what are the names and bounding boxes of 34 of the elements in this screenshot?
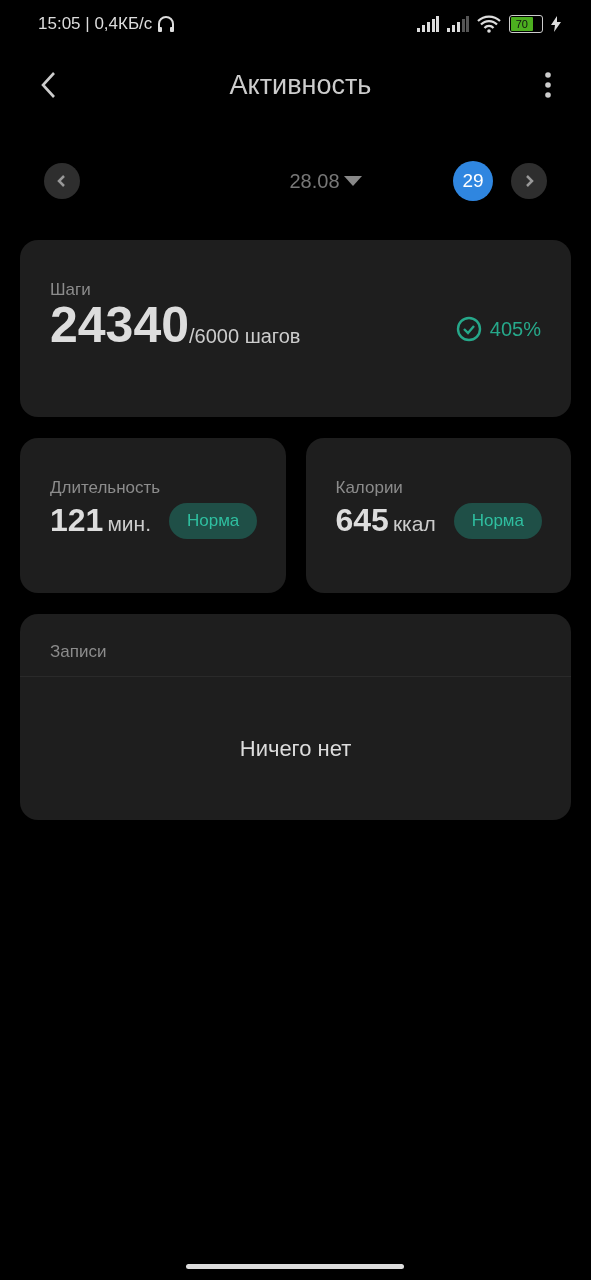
stat-unit: мин. bbox=[107, 511, 151, 536]
screen-title: Активность bbox=[229, 69, 372, 101]
stat-card[interactable]: Калории 645 ккал Норма bbox=[305, 438, 571, 593]
stat-label: Длительность bbox=[50, 478, 162, 498]
steps-percent: 405% bbox=[489, 317, 541, 341]
steps-value: 24340 bbox=[50, 300, 190, 350]
day-button[interactable]: 29 bbox=[453, 161, 493, 201]
chevron-right-icon bbox=[524, 174, 534, 188]
stat-label: Калории bbox=[335, 478, 404, 498]
date-selector[interactable]: 28.08 bbox=[289, 169, 340, 193]
stat-unit: ккал bbox=[392, 511, 436, 536]
empty-message: Ничего нет bbox=[238, 736, 353, 762]
signal-icon bbox=[447, 16, 469, 32]
status-badge: Норма bbox=[169, 502, 258, 539]
steps-goal: /6000 шагов bbox=[189, 325, 301, 348]
stat-card[interactable]: Длительность 121 мин. Норма bbox=[20, 438, 286, 593]
status-badge: Норма bbox=[453, 502, 542, 539]
chevron-left-icon bbox=[57, 174, 67, 188]
steps-label: Шаги bbox=[50, 280, 92, 300]
stat-value: 645 bbox=[335, 502, 389, 539]
steps-card[interactable]: Шаги 24340/6000 шагов 405% bbox=[20, 240, 571, 417]
previous-day-button[interactable] bbox=[44, 163, 80, 199]
back-icon[interactable] bbox=[40, 71, 56, 99]
caret-icon[interactable] bbox=[343, 175, 362, 187]
signal-icon bbox=[417, 16, 439, 32]
wifi-icon bbox=[477, 15, 501, 33]
status-time: 15:05 | 0,4КБ/с bbox=[38, 14, 153, 34]
battery-icon: 70 bbox=[509, 15, 543, 33]
charging-icon bbox=[551, 16, 561, 32]
more-icon[interactable] bbox=[545, 72, 551, 98]
next-day-button[interactable] bbox=[511, 163, 547, 199]
headphones-icon bbox=[156, 14, 177, 34]
records-title: Записи bbox=[49, 641, 108, 663]
stat-value: 121 bbox=[50, 502, 104, 539]
